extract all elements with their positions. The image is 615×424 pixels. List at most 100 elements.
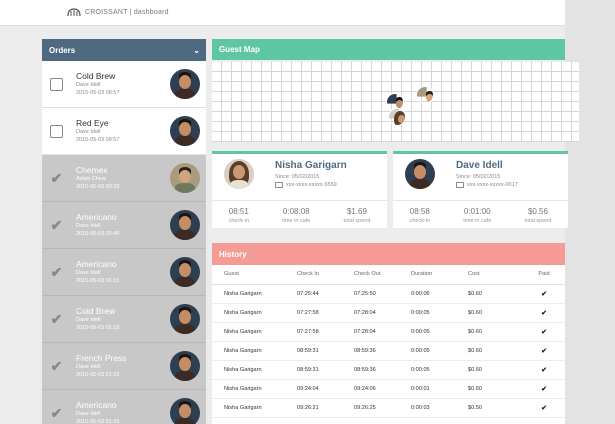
table-cell: 0:00:01 [411, 379, 468, 399]
orders-header[interactable]: Orders ⌄ [42, 39, 206, 61]
checked-checkbox[interactable]: ✔ [50, 406, 63, 420]
order-checkbox[interactable] [50, 124, 63, 138]
order-name: Cold Brew [76, 306, 116, 316]
table-row[interactable]: Nisha Garigarn 09:26:21 09:26:25 0:00:03 $0.… [212, 398, 565, 418]
column-header[interactable]: Check Out [354, 265, 411, 285]
column-header[interactable]: Cost [468, 265, 523, 285]
table-cell: Nisha Garigarn [212, 341, 297, 361]
avatar [170, 116, 200, 146]
order-customer: Dave Idell [76, 270, 101, 276]
history-table: Guest Check In Check Out Duration Cost Paid N… [212, 265, 565, 418]
paid-check-icon: ✔ [523, 360, 565, 380]
order-customer: Dave Idell [76, 129, 101, 135]
guest-map-grid[interactable] [212, 62, 579, 142]
order-item[interactable]: ✔ Cold Brew Dave Idell 2015-05-03 01:15 [42, 296, 206, 343]
avatar [170, 210, 200, 240]
checked-checkbox[interactable]: ✔ [50, 312, 63, 326]
stat-label: check-in [228, 218, 250, 224]
table-cell: 09:26:21 [297, 398, 354, 418]
table-row[interactable]: Nisha Garigarn 07:27:58 07:28:04 0:00:05 $0.… [212, 322, 565, 342]
table-row[interactable]: Nisha Garigarn 07:25:44 07:25:50 0:00:06 $0.… [212, 284, 565, 304]
column-header[interactable]: Paid [523, 265, 565, 285]
order-time: 2015-05-03 01:15 [76, 278, 120, 284]
checked-checkbox[interactable]: ✔ [50, 359, 63, 373]
order-time: 2015-05-03 01:15 [76, 325, 120, 331]
stat-total-spend: $0.56 total spend [525, 207, 552, 224]
guest-stats: 08:58 check-in 0:01:00 time in cafe $0.56 t… [393, 200, 568, 224]
guest-name: Nisha Garigarn [275, 160, 347, 171]
card-number-text: xxx-xxxx-xxxxx-5559 [286, 182, 337, 188]
avatar [170, 163, 200, 193]
map-guest-pin[interactable] [388, 108, 406, 126]
table-cell: 07:28:04 [354, 303, 411, 323]
checked-checkbox[interactable]: ✔ [50, 265, 63, 279]
column-header[interactable]: Check In [297, 265, 354, 285]
table-cell: Nisha Garigarn [212, 284, 297, 304]
guest-since: Since: 05/02/2015 [275, 174, 320, 180]
column-header[interactable]: Guest [212, 265, 297, 285]
order-customer: Dave Idell [76, 223, 101, 229]
avatar [224, 159, 254, 189]
order-item[interactable]: ✔ Americano Dave Idell 2015-05-03 01:15 [42, 249, 206, 296]
guest-card-number: xxx-xxxx-xxxxx-5559 [275, 182, 337, 188]
history-column-headers: Guest Check In Check Out Duration Cost Paid [212, 265, 565, 285]
order-list: Cold Brew Dave Idell 2015-05-03 08:57 Red E… [42, 61, 206, 424]
guest-card[interactable]: Dave Idell Since: 05/02/2015 xxx-xxxx-xx… [393, 151, 568, 228]
guest-map-header: Guest Map [212, 39, 565, 60]
table-row[interactable]: Nisha Garigarn 08:59:31 08:59:36 0:00:05 $0.… [212, 360, 565, 380]
stat-value: 0:08:08 [282, 207, 310, 216]
column-header[interactable]: Duration [411, 265, 468, 285]
table-cell: $0.60 [468, 322, 523, 342]
order-time: 2015-05-03 00:39 [76, 184, 120, 190]
order-text: Americano Dave Idell 2015-05-03 01:15 [76, 259, 170, 285]
map-guest-pin[interactable] [416, 86, 434, 104]
guest-card[interactable]: Nisha Garigarn Since: 05/02/2015 xxx-xxx… [212, 151, 387, 228]
order-customer: Dave Idell [76, 411, 101, 417]
table-cell: 0:00:06 [411, 284, 468, 304]
paid-check-icon: ✔ [523, 322, 565, 342]
order-item[interactable]: Red Eye Dave Idell 2015-05-03 08:57 [42, 108, 206, 155]
chevron-down-icon[interactable]: ⌄ [193, 46, 200, 55]
order-checkbox[interactable] [50, 77, 63, 91]
order-item[interactable]: ✔ Americano Dave Idell 2015-05-03 00:40 [42, 202, 206, 249]
stat-total-spend: $1.69 total spend [344, 207, 371, 224]
table-cell: 08:59:36 [354, 341, 411, 361]
order-item[interactable]: Cold Brew Dave Idell 2015-05-03 08:57 [42, 61, 206, 108]
order-text: Cold Brew Dave Idell 2015-05-03 08:57 [76, 71, 170, 97]
order-item[interactable]: ✔ Americano Dave Idell 2015-05-03 01:15 [42, 390, 206, 424]
avatar [405, 159, 435, 189]
table-cell: 09:24:06 [354, 379, 411, 399]
order-item[interactable]: ✔ Chemex Adam Chew 2015-05-03 00:39 [42, 155, 206, 202]
checked-checkbox[interactable]: ✔ [50, 171, 63, 185]
stat-value: $0.56 [527, 207, 548, 216]
table-cell: Nisha Garigarn [212, 322, 297, 342]
table-cell: $0.60 [468, 379, 523, 399]
table-cell: 07:28:04 [354, 322, 411, 342]
top-header: CROISSANT | dashboard [0, 0, 565, 26]
credit-card-icon [275, 182, 283, 188]
stat-label: time in cafe [282, 218, 311, 224]
order-customer: Dave Idell [76, 317, 101, 323]
table-cell: 07:25:50 [354, 284, 411, 304]
history-header: History [212, 243, 565, 265]
table-cell: 0:00:03 [411, 398, 468, 418]
order-name: Cold Brew [76, 71, 116, 81]
order-name: French Press [76, 353, 127, 363]
avatar [170, 69, 200, 99]
guest-map-panel: Guest Map [212, 39, 579, 144]
guest-since: Since: 05/02/2015 [456, 174, 501, 180]
paid-check-icon: ✔ [523, 379, 565, 399]
order-time: 2015-05-03 01:15 [76, 419, 120, 424]
order-customer: Dave Idell [76, 364, 101, 370]
order-name: Red Eye [76, 118, 109, 128]
order-time: 2015-05-03 08:57 [76, 137, 120, 143]
table-row[interactable]: Nisha Garigarn 09:24:04 09:24:06 0:00:01 $0.… [212, 379, 565, 399]
table-row[interactable]: Nisha Garigarn 07:27:58 07:28:04 0:00:05 $0.… [212, 303, 565, 323]
paid-check-icon: ✔ [523, 398, 565, 418]
table-row[interactable]: Nisha Garigarn 08:59:31 08:59:36 0:00:05 $0.… [212, 341, 565, 361]
checked-checkbox[interactable]: ✔ [50, 218, 63, 232]
order-item[interactable]: ✔ French Press Dave Idell 2015-05-03 01:15 [42, 343, 206, 390]
table-cell: $0.60 [468, 341, 523, 361]
table-cell: Nisha Garigarn [212, 360, 297, 380]
table-cell: $0.50 [468, 398, 523, 418]
